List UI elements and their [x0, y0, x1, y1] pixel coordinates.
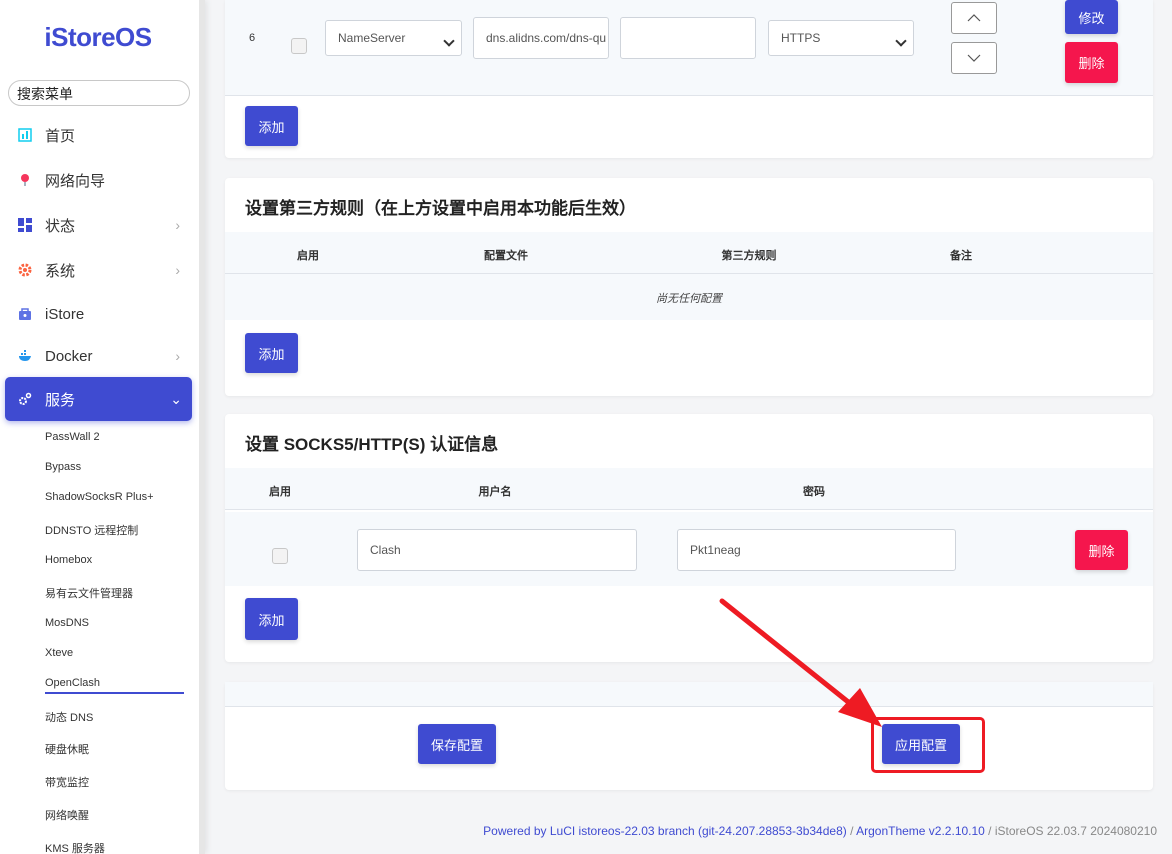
- annotation-arrow-icon: [719, 598, 882, 727]
- theme-link[interactable]: ArgonTheme v2.2.10.10: [856, 824, 985, 838]
- os-version: iStoreOS 22.03.7 2024080210: [994, 824, 1157, 838]
- luci-link[interactable]: Powered by LuCI istoreos-22.03 branch (g…: [483, 824, 847, 838]
- footer-separator: /: [984, 824, 995, 838]
- footer: Powered by LuCI istoreos-22.03 branch (g…: [483, 824, 1157, 838]
- footer-separator: /: [846, 824, 857, 838]
